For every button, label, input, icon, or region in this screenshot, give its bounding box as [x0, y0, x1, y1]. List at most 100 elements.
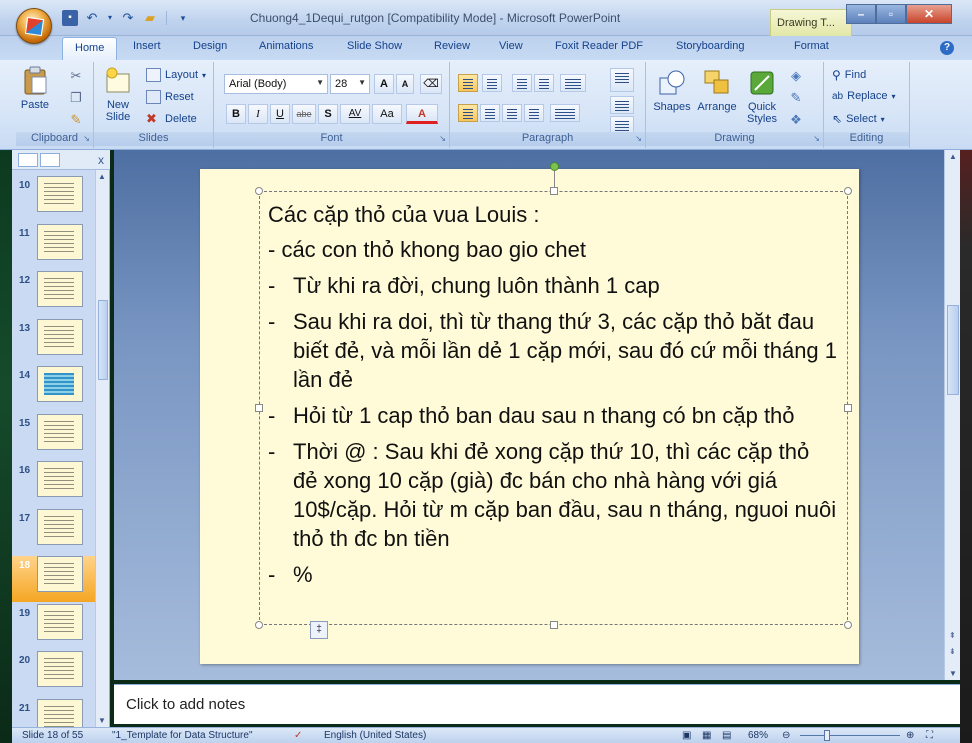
slide-show-view-icon[interactable]: ▤ [722, 730, 731, 741]
autofit-options-icon[interactable]: ‡ [310, 621, 328, 639]
new-slide-button[interactable]: New Slide [100, 66, 136, 123]
numbering-button[interactable] [482, 74, 502, 92]
shape-fill-icon[interactable]: ◈ [788, 68, 804, 84]
paste-button[interactable]: Paste [18, 66, 52, 111]
language-indicator[interactable]: English (United States) [324, 730, 426, 741]
slide-canvas[interactable]: Các cặp thỏ của vua Louis : - các con th… [200, 162, 859, 664]
slide-thumbnail[interactable]: 17 [12, 508, 96, 555]
font-size-combo[interactable]: 28 ▼ [330, 74, 370, 94]
scrollbar-thumb[interactable] [947, 305, 959, 395]
shape-outline-icon[interactable]: ✎ [788, 90, 804, 106]
cut-icon[interactable]: ✂ [68, 68, 84, 84]
zoom-in-icon[interactable]: ⊕ [906, 730, 914, 741]
clipboard-launcher-icon[interactable]: ↘ [83, 134, 90, 143]
previous-slide-icon[interactable]: ⇞ [949, 631, 956, 640]
notes-placeholder[interactable]: Click to add notes [126, 696, 245, 713]
slide-thumbnail[interactable]: 14 [12, 366, 96, 412]
slide-thumbnail[interactable]: 18 [12, 556, 96, 602]
scroll-down-icon[interactable]: ▼ [98, 716, 106, 725]
resize-handle-left[interactable] [255, 404, 263, 412]
paragraph-launcher-icon[interactable]: ↘ [635, 134, 642, 143]
strikethrough-button[interactable]: abe [292, 104, 316, 124]
scroll-up-icon[interactable]: ▲ [949, 152, 957, 161]
align-right-button[interactable] [502, 104, 522, 122]
tab-view[interactable]: View [499, 40, 523, 52]
fit-to-window-icon[interactable]: ⛶ [926, 730, 933, 741]
undo-icon[interactable]: ↶ [84, 10, 100, 26]
underline-button[interactable]: U [270, 104, 290, 124]
align-left-button[interactable] [458, 104, 478, 122]
line-spacing-button[interactable] [560, 74, 586, 92]
resize-handle-bottom-right[interactable] [844, 621, 852, 629]
minimize-button[interactable]: – [846, 4, 876, 24]
shape-effects-icon[interactable]: ❖ [788, 112, 804, 128]
slide-thumbnail[interactable]: 12 [12, 271, 96, 317]
slides-pane-scrollbar[interactable]: ▲ ▼ [95, 170, 109, 727]
office-button[interactable] [16, 8, 52, 44]
slide-thumbnail[interactable]: 20 [12, 651, 96, 697]
increase-indent-button[interactable] [534, 74, 554, 92]
undo-dropdown-icon[interactable]: ▾ [106, 10, 114, 26]
slide-thumbnail[interactable]: 10 [12, 176, 96, 222]
shrink-font-button[interactable]: A [396, 74, 414, 94]
zoom-slider-knob[interactable] [824, 730, 830, 741]
slide-scrollbar[interactable]: ▲ ⇞ ⇟ ▼ [944, 150, 960, 680]
slides-tab-icon[interactable] [18, 153, 38, 167]
slide-thumbnail[interactable]: 19 [12, 603, 96, 650]
clear-formatting-icon[interactable]: ⌫ [420, 74, 442, 94]
reset-button[interactable]: Reset [146, 90, 194, 104]
scroll-down-icon[interactable]: ▼ [949, 669, 957, 678]
arrange-button[interactable]: Arrange [694, 68, 740, 113]
replace-button[interactable]: ab Replace ▾ [832, 90, 896, 102]
font-color-button[interactable]: A [406, 104, 438, 124]
tab-slide-show[interactable]: Slide Show [347, 40, 402, 52]
redo-icon[interactable]: ↷ [120, 10, 136, 26]
tab-storyboarding[interactable]: Storyboarding [676, 40, 745, 52]
resize-handle-top[interactable] [550, 187, 558, 195]
outline-tab-icon[interactable] [40, 153, 60, 167]
slide-body-text[interactable]: Các cặp thỏ của vua Louis : - các con th… [268, 200, 839, 589]
center-button[interactable] [480, 104, 500, 122]
quick-styles-button[interactable]: Quick Styles [742, 68, 782, 125]
close-button[interactable]: ✕ [906, 4, 952, 24]
slide-thumbnail[interactable]: 16 [12, 461, 96, 507]
zoom-slider-track[interactable] [800, 735, 900, 736]
find-button[interactable]: ⚲ Find [832, 68, 866, 82]
select-button[interactable]: ⇖ Select ▾ [832, 112, 885, 126]
slide-thumbnail[interactable]: 13 [12, 318, 96, 365]
layout-button[interactable]: Layout ▾ [146, 68, 206, 82]
resize-handle-bottom-left[interactable] [255, 621, 263, 629]
resize-handle-right[interactable] [844, 404, 852, 412]
tab-animations[interactable]: Animations [259, 40, 313, 52]
zoom-level[interactable]: 68% [748, 730, 768, 741]
character-spacing-button[interactable]: AV [340, 104, 370, 124]
normal-view-icon[interactable]: ▣ [682, 730, 691, 741]
change-case-button[interactable]: Aa [372, 104, 402, 124]
tab-format[interactable]: Format [794, 40, 829, 52]
grow-font-button[interactable]: A [374, 74, 394, 94]
restore-button[interactable]: ▫ [876, 4, 906, 24]
copy-icon[interactable]: ❐ [68, 90, 84, 106]
align-text-button[interactable] [610, 96, 634, 114]
justify-button[interactable] [524, 104, 544, 122]
decrease-indent-button[interactable] [512, 74, 532, 92]
delete-button[interactable]: ✖ Delete [146, 112, 197, 126]
resize-handle-top-left[interactable] [255, 187, 263, 195]
notes-pane[interactable]: Click to add notes [114, 684, 960, 724]
open-folder-icon[interactable]: ▰ [142, 10, 158, 26]
tab-design[interactable]: Design [193, 40, 227, 52]
resize-handle-top-right[interactable] [844, 187, 852, 195]
slide-thumbnail[interactable]: 15 [12, 413, 96, 460]
close-pane-icon[interactable]: x [98, 153, 104, 167]
columns-button[interactable] [550, 104, 580, 122]
next-slide-icon[interactable]: ⇟ [949, 647, 956, 656]
bold-button[interactable]: B [226, 104, 246, 124]
spelling-check-icon[interactable]: ✓ [294, 730, 302, 741]
slide-thumbnail[interactable]: 11 [12, 223, 96, 270]
save-icon[interactable]: ▪ [62, 10, 78, 26]
slide-sorter-view-icon[interactable]: ▦ [702, 730, 711, 741]
font-name-combo[interactable]: Arial (Body) ▼ [224, 74, 328, 94]
drawing-launcher-icon[interactable]: ↘ [813, 134, 820, 143]
scrollbar-thumb[interactable] [98, 300, 108, 380]
resize-handle-bottom[interactable] [550, 621, 558, 629]
